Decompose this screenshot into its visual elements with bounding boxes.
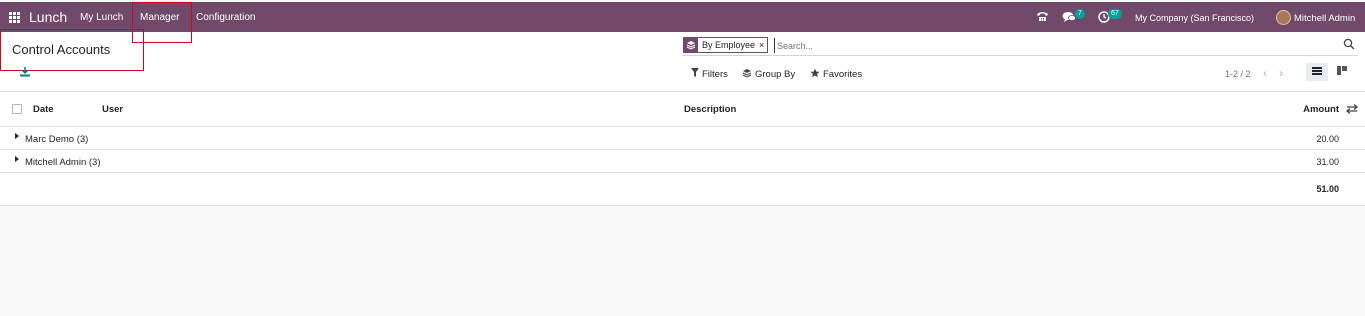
pager-previous-icon[interactable]: ‹ — [1263, 66, 1267, 80]
list-footer-total: 51.00 — [0, 173, 1365, 206]
optional-columns-icon[interactable] — [1345, 103, 1359, 115]
messages-icon[interactable] — [1062, 11, 1076, 26]
facet-label: By Employee — [702, 40, 756, 50]
pager-value[interactable]: 1-2 / 2 — [1225, 69, 1251, 79]
filters-button[interactable]: Filters — [691, 68, 728, 80]
facet-remove-icon[interactable]: × — [759, 40, 767, 50]
search-input[interactable] — [774, 38, 1314, 53]
group-by-button[interactable]: Group By — [742, 68, 795, 81]
phone-icon[interactable] — [1036, 10, 1049, 25]
kanban-view-icon — [1337, 66, 1347, 78]
search-facet-group-by[interactable]: By Employee × — [683, 37, 769, 53]
apps-menu-icon[interactable] — [9, 12, 20, 23]
star-icon — [810, 68, 820, 81]
pager-next-icon[interactable]: › — [1279, 66, 1283, 80]
kanban-view-button[interactable] — [1331, 63, 1353, 81]
top-navbar: Lunch My Lunch Manager Configuration 7 6… — [0, 2, 1365, 32]
column-description[interactable]: Description — [684, 104, 736, 115]
group-row-mitchell-admin[interactable]: Mitchell Admin (3) 31.00 — [0, 150, 1365, 173]
caret-right-icon — [15, 156, 19, 162]
column-date[interactable]: Date — [33, 104, 54, 115]
filter-icon — [691, 68, 699, 80]
search-icon[interactable] — [1343, 38, 1355, 50]
company-switcher[interactable]: My Company (San Francisco) — [1135, 13, 1254, 23]
favorites-label: Favorites — [823, 69, 863, 80]
caret-right-icon — [15, 133, 19, 139]
list-view-icon — [1312, 66, 1322, 78]
menu-configuration[interactable]: Configuration — [196, 12, 255, 23]
list-view: Date User Description Amount Marc Demo (… — [0, 92, 1365, 206]
search-bar: By Employee × — [682, 36, 1358, 56]
group-name: Mitchell Admin (3) — [25, 157, 101, 168]
column-amount[interactable]: Amount — [1303, 104, 1339, 115]
group-by-label: Group By — [755, 69, 796, 80]
group-amount: 20.00 — [1316, 134, 1339, 144]
messages-badge: 7 — [1075, 9, 1085, 19]
download-icon[interactable] — [19, 67, 31, 77]
filters-label: Filters — [702, 68, 728, 80]
user-avatar[interactable] — [1276, 10, 1291, 25]
layers-icon — [684, 38, 698, 52]
select-all-checkbox[interactable] — [12, 104, 22, 114]
favorites-button[interactable]: Favorites — [810, 68, 862, 81]
user-menu[interactable]: Mitchell Admin — [1294, 13, 1355, 24]
group-amount: 31.00 — [1316, 157, 1339, 167]
group-name: Marc Demo (3) — [25, 134, 89, 145]
layers-icon — [742, 68, 752, 81]
activities-badge: 67 — [1108, 9, 1122, 19]
list-header: Date User Description Amount — [0, 92, 1365, 127]
total-amount: 51.00 — [1316, 184, 1339, 194]
page-title: Control Accounts — [12, 42, 111, 57]
app-brand[interactable]: Lunch — [29, 9, 67, 25]
list-view-button[interactable] — [1306, 63, 1328, 81]
column-user[interactable]: User — [102, 104, 123, 115]
group-row-marc-demo[interactable]: Marc Demo (3) 20.00 — [0, 127, 1365, 150]
menu-my-lunch[interactable]: My Lunch — [80, 12, 123, 23]
